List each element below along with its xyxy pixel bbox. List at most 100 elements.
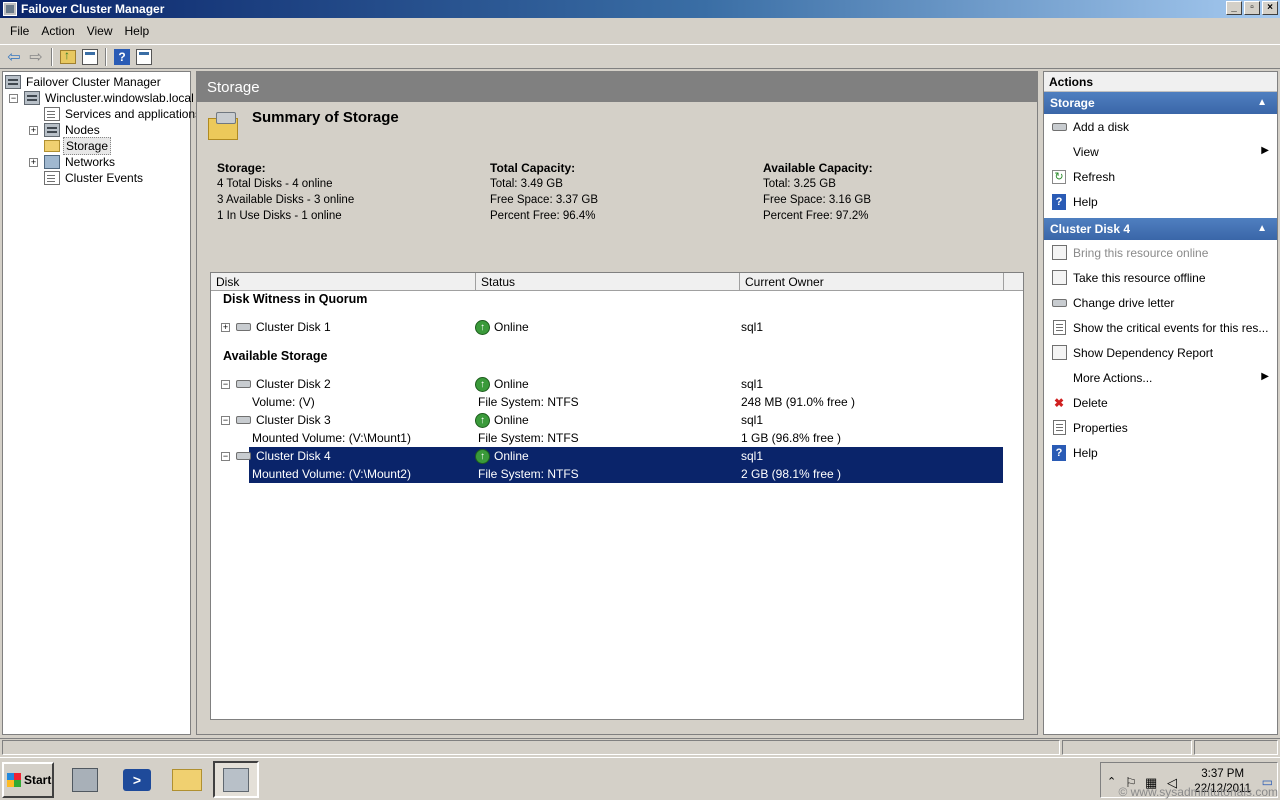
clock-time: 3:37 PM	[1201, 768, 1245, 780]
close-button[interactable]: ×	[1262, 1, 1278, 15]
action-label: Take this resource offline	[1073, 270, 1206, 285]
stat-line: Free Space: 3.16 GB	[763, 194, 872, 206]
volume-row-selected[interactable]: Mounted Volume: (V:\Mount2) File System:…	[211, 465, 1025, 483]
action-label: Properties	[1073, 420, 1128, 435]
table-row[interactable]: − Cluster Disk 3 ↑ Online sql1	[211, 411, 1025, 429]
drive-icon	[1051, 298, 1067, 307]
disk-status: Online	[494, 449, 529, 463]
refresh-icon: ↻	[1052, 169, 1066, 184]
start-button[interactable]: Start	[2, 762, 54, 798]
collapse-icon[interactable]: −	[221, 415, 230, 425]
toolbar-separator	[105, 47, 107, 66]
collapse-caret-icon[interactable]: ▲	[1257, 218, 1267, 240]
show-hide-console-tree-icon[interactable]	[80, 47, 100, 67]
volume-space: 1 GB (96.8% free )	[741, 431, 842, 445]
table-row[interactable]: + Cluster Disk 1 ↑ Online sql1	[211, 318, 1025, 336]
menu-file[interactable]: File	[4, 24, 35, 38]
tree-item-nodes[interactable]: + Nodes	[29, 122, 102, 138]
stat-line: 4 Total Disks - 4 online	[217, 178, 333, 190]
action-show-dependency-report[interactable]: Show Dependency Report	[1044, 340, 1277, 365]
storage-folder-icon	[208, 112, 240, 144]
start-label: Start	[24, 773, 52, 787]
action-help[interactable]: ? Help	[1044, 189, 1277, 214]
action-refresh[interactable]: ↻ Refresh	[1044, 164, 1277, 189]
actions-pane: Actions Storage ▲ Add a disk View ▶ ↻ Refr…	[1043, 71, 1278, 735]
help-icon: ?	[1052, 444, 1066, 461]
tree-item-label: Nodes	[65, 123, 100, 137]
show-hidden-icons-icon[interactable]: ⌃	[1107, 775, 1116, 788]
action-label: More Actions...	[1073, 370, 1153, 385]
up-folder-icon[interactable]	[58, 47, 78, 67]
action-properties[interactable]: Properties	[1044, 415, 1277, 440]
tree-root[interactable]: Failover Cluster Manager	[5, 74, 163, 90]
collapse-icon[interactable]: −	[221, 379, 230, 389]
details-pane: Storage Summary of Storage Storage: 4 To…	[196, 71, 1038, 735]
networks-icon	[44, 155, 60, 169]
disk-owner: sql1	[741, 449, 764, 463]
collapse-icon[interactable]: −	[9, 93, 18, 103]
disk-name: Cluster Disk 4	[256, 449, 331, 463]
tree-item-networks[interactable]: + Networks	[29, 154, 117, 170]
collapse-caret-icon[interactable]: ▲	[1257, 92, 1267, 114]
stat-line: 3 Available Disks - 3 online	[217, 194, 355, 206]
maximize-button[interactable]: ▫	[1244, 1, 1260, 15]
submenu-arrow-icon: ▶	[1261, 145, 1269, 156]
menu-help[interactable]: Help	[119, 24, 156, 38]
take-offline-icon	[1051, 270, 1067, 285]
action-delete[interactable]: ✖ Delete	[1044, 390, 1277, 415]
expand-icon[interactable]: +	[29, 157, 38, 167]
blank-icon	[1050, 144, 1068, 160]
action-help-disk[interactable]: ? Help	[1044, 440, 1277, 465]
tree-item-services[interactable]: Services and applications	[44, 106, 203, 122]
online-status-icon: ↑	[475, 412, 490, 428]
taskbar-explorer[interactable]	[164, 761, 210, 798]
action-take-offline[interactable]: Take this resource offline	[1044, 265, 1277, 290]
collapse-icon[interactable]: −	[221, 451, 230, 461]
forward-arrow-icon[interactable]: ⇨	[26, 47, 46, 67]
explorer-folder-icon	[172, 768, 202, 791]
disk-name: Cluster Disk 2	[256, 377, 331, 391]
action-add-disk[interactable]: Add a disk	[1044, 114, 1277, 139]
column-status[interactable]: Status	[476, 273, 740, 290]
tree-item-cluster-events[interactable]: Cluster Events	[44, 170, 145, 186]
action-more-actions[interactable]: More Actions... ▶	[1044, 365, 1277, 390]
back-arrow-icon[interactable]: ⇦	[4, 47, 24, 67]
minimize-button[interactable]: _	[1226, 1, 1242, 15]
action-label: Help	[1073, 194, 1098, 209]
window-title: Failover Cluster Manager	[21, 2, 165, 16]
show-hide-action-pane-icon[interactable]	[134, 47, 154, 67]
column-disk[interactable]: Disk	[211, 273, 476, 290]
actions-section-storage[interactable]: Storage ▲	[1044, 92, 1277, 114]
menu-view[interactable]: View	[81, 24, 119, 38]
stat-line: Percent Free: 96.4%	[490, 210, 596, 222]
expand-icon[interactable]: +	[221, 322, 230, 332]
taskbar-powershell[interactable]: >	[114, 761, 160, 798]
taskbar-failover-cluster-manager[interactable]	[213, 761, 259, 798]
column-current-owner[interactable]: Current Owner	[740, 273, 1004, 290]
action-change-drive-letter[interactable]: Change drive letter	[1044, 290, 1277, 315]
online-status-icon: ↑	[475, 448, 490, 464]
expand-icon[interactable]: +	[29, 125, 38, 135]
add-disk-icon	[1051, 122, 1067, 131]
stat-line: 1 In Use Disks - 1 online	[217, 210, 342, 222]
actions-section-cluster-disk[interactable]: Cluster Disk 4 ▲	[1044, 218, 1277, 240]
volume-row[interactable]: Volume: (V) File System: NTFS 248 MB (91…	[211, 393, 1025, 411]
pane-header: Storage	[197, 72, 1037, 102]
status-bar	[0, 738, 1280, 756]
tree-item-storage[interactable]: Storage	[44, 137, 112, 155]
stat-line: Total: 3.25 GB	[763, 178, 836, 190]
volume-row[interactable]: Mounted Volume: (V:\Mount1) File System:…	[211, 429, 1025, 447]
toolbar-separator	[51, 47, 53, 66]
action-view[interactable]: View ▶	[1044, 139, 1277, 164]
nodes-icon	[44, 123, 60, 137]
menu-action[interactable]: Action	[35, 24, 80, 38]
disk-owner: sql1	[741, 413, 764, 427]
action-show-critical-events[interactable]: Show the critical events for this res...	[1044, 315, 1277, 340]
table-row[interactable]: − Cluster Disk 2 ↑ Online sql1	[211, 375, 1025, 393]
table-row-selected[interactable]: − Cluster Disk 4 ↑ Online sql1	[211, 447, 1025, 465]
taskbar-server-manager[interactable]	[62, 761, 108, 798]
action-label: Refresh	[1073, 169, 1116, 184]
summary-title: Summary of Storage	[252, 109, 399, 126]
tree-cluster[interactable]: − Wincluster.windowslab.local	[9, 90, 196, 106]
help-icon[interactable]: ?	[112, 47, 132, 67]
